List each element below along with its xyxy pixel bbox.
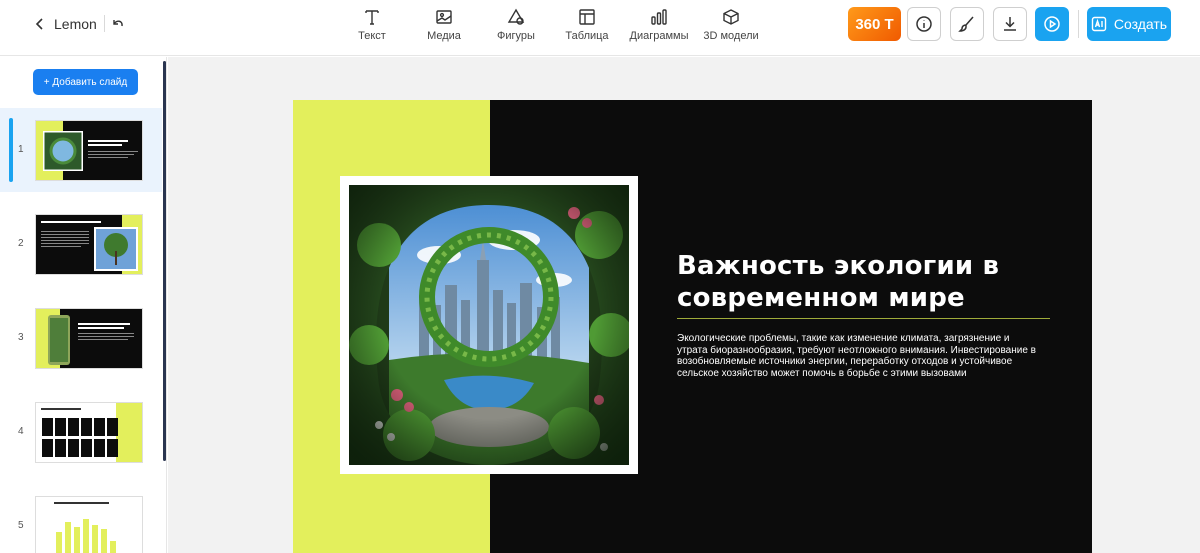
slide-workspace: Важность экологии в современном мире Эко… [168,57,1200,553]
slide-body-text[interactable]: Экологические проблемы, такие как измене… [677,333,1042,379]
chart-icon [651,9,667,25]
tool-text-label: Текст [358,30,386,42]
slide-preview [35,120,143,181]
slide-preview [35,402,143,463]
add-slide-button[interactable]: + Добавить слайд [33,69,138,95]
slide-number: 5 [18,520,24,531]
play-icon [1044,16,1060,32]
sidebar-scrollbar[interactable] [163,61,166,461]
image-icon [436,10,452,24]
shapes-icon [507,8,525,25]
slide-preview [35,496,143,553]
eco-city-image [349,185,629,465]
slide-thumbnail-2[interactable]: 2 [0,202,162,286]
table-icon [579,9,595,25]
present-button[interactable] [1035,7,1069,41]
tool-3d-models-label: 3D модели [703,30,759,42]
slide-preview [35,308,143,369]
title-underline [677,318,1050,319]
slide-number: 2 [18,238,24,249]
top-bar: Lemon Текст Медиа Фигуры Таблица Диаграм… [0,0,1200,56]
slides-sidebar: + Добавить слайд 1 2 3 4 5 [0,57,167,553]
tool-3d-models[interactable]: 3D модели [689,8,773,48]
tokens-badge[interactable]: 360 T [848,7,901,41]
ai-icon [1091,16,1107,32]
slide-number: 3 [18,332,24,343]
slide-thumbnail-1[interactable]: 1 [0,108,162,192]
slide-thumbnail-3[interactable]: 3 [0,296,162,380]
info-icon [916,16,932,32]
info-button[interactable] [907,7,941,41]
slide-canvas[interactable]: Важность экологии в современном мире Эко… [293,100,1092,553]
tool-shapes-label: Фигуры [497,30,535,42]
cube-icon [723,9,739,25]
create-label: Создать [1113,16,1168,32]
theme-button[interactable] [950,7,984,41]
slide-thumbnail-4[interactable]: 4 [0,390,162,474]
download-button[interactable] [993,7,1027,41]
text-icon [365,10,379,25]
tool-charts-label: Диаграммы [629,30,689,42]
tool-media-label: Медиа [427,30,461,42]
download-icon [1004,17,1016,31]
slide-title[interactable]: Важность экологии в современном мире [677,250,1037,314]
brush-icon [958,16,974,32]
slide-preview [35,214,143,275]
slide-number: 4 [18,426,24,437]
slide-image-frame[interactable] [340,176,638,474]
active-indicator [9,118,13,182]
tool-table-label: Таблица [565,30,609,42]
create-button[interactable]: Создать [1087,7,1171,41]
divider [1078,10,1079,38]
slide-number: 1 [18,144,24,155]
slide-thumbnail-5[interactable]: 5 [0,484,162,553]
